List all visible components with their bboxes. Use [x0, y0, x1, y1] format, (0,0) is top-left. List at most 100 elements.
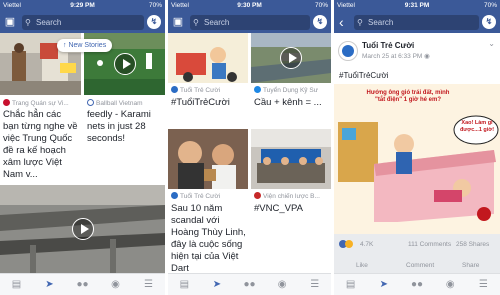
reaction-summary[interactable]: 4.7K 111 Comments 258 Shares: [334, 238, 500, 252]
feed-card[interactable]: [0, 185, 165, 273]
tab-news-feed[interactable]: ▤: [334, 274, 367, 295]
bottom-tab-bar: ▤ ➤ ●● ◉ ☰: [334, 273, 500, 295]
source-name: Tuyển Dụng Kỹ Sư: [263, 87, 319, 94]
story-source[interactable]: Tuổi Trẻ Cười: [171, 192, 246, 200]
comment-button[interactable]: Comment: [406, 262, 434, 269]
share-button[interactable]: Share: [462, 262, 479, 269]
story-title[interactable]: Chắc hẳn các bạn từng nghe về việc Trung…: [3, 109, 79, 181]
camera-icon[interactable]: ▣: [3, 16, 17, 28]
post-time-text: March 25 at 6:33 PM: [362, 53, 423, 60]
play-icon[interactable]: [113, 53, 136, 75]
status-bar: Viettel 9:29 PM 70%: [0, 0, 165, 12]
post-timestamp: March 25 at 6:33 PM ◉: [362, 52, 430, 60]
story-thumbnail[interactable]: [168, 33, 248, 83]
tab-globe[interactable]: ◉: [99, 274, 132, 295]
story-source[interactable]: Ballball Vietnam: [87, 99, 163, 107]
source-name: Trang Quán sự Vi...: [12, 100, 69, 107]
chevron-down-icon[interactable]: ⌄: [488, 39, 495, 48]
story-thumbnail[interactable]: [168, 129, 248, 189]
page-avatar-icon: [3, 99, 10, 106]
portrait-photo: [168, 129, 248, 189]
page-avatar-icon: [254, 86, 261, 93]
story-source[interactable]: Tuổi Trẻ Cười: [171, 86, 246, 94]
messenger-icon[interactable]: ↯: [482, 15, 496, 29]
tab-friends[interactable]: ●●: [66, 274, 99, 295]
search-placeholder: Search: [204, 18, 230, 27]
feed-card[interactable]: Viện chiến lược B... #VNC_VPA: [251, 129, 331, 273]
bottom-tab-bar: ▤ ➤ ●● ◉ ☰: [0, 273, 165, 295]
video-thumbnail[interactable]: [251, 33, 331, 83]
page-avatar-icon: [87, 99, 94, 106]
group-banner-photo: [251, 129, 331, 189]
cartoon-image: [168, 33, 248, 83]
page-logo-icon: [342, 45, 354, 57]
post-comic-image[interactable]: Hướng ông gió trái đất, mình "tắt điện" …: [334, 84, 500, 234]
battery-level: 70%: [148, 2, 162, 9]
top-navbar: ▣ ⚲ Search ↯: [0, 12, 165, 33]
tab-menu[interactable]: ☰: [132, 274, 165, 295]
comic-speech-bubble: Xao! Làm gì được...1 giờ!: [459, 120, 495, 133]
post-author[interactable]: Tuổi Trẻ Cười: [362, 41, 414, 50]
share-count[interactable]: 258 Shares: [456, 241, 489, 248]
tab-news-feed[interactable]: ▤: [0, 274, 33, 295]
video-thumbnail[interactable]: [0, 185, 165, 273]
new-stories-label: New Stories: [68, 42, 107, 49]
feed-grid: Trang Quán sự Vi... Chắc hẳn các bạn từn…: [0, 33, 165, 273]
tab-explore[interactable]: ➤: [201, 274, 234, 295]
tab-news-feed[interactable]: ▤: [168, 274, 201, 295]
story-title[interactable]: #VNC_VPA: [254, 203, 329, 215]
tab-globe[interactable]: ◉: [266, 274, 299, 295]
messenger-icon[interactable]: ↯: [147, 15, 161, 29]
status-bar: Viettel 9:30 PM 70%: [168, 0, 331, 12]
feed-card[interactable]: Tuổi Trẻ Cười #TuổiTrẻCười: [168, 33, 248, 123]
clock: 9:29 PM: [70, 2, 95, 9]
post-detail-panel: Viettel 9:31 PM 70% ‹ ⚲ Search ↯ Tuổi Tr…: [334, 0, 500, 295]
story-thumbnail[interactable]: [251, 129, 331, 189]
messenger-icon[interactable]: ↯: [313, 15, 327, 29]
camera-icon[interactable]: ▣: [171, 16, 185, 28]
battery-level: 70%: [483, 2, 497, 9]
feed-card[interactable]: Ballball Vietnam feedly - Karami nets in…: [84, 33, 165, 181]
story-source[interactable]: Viện chiến lược B...: [254, 192, 329, 200]
status-bar: Viettel 9:31 PM 70%: [334, 0, 500, 12]
search-input[interactable]: ⚲ Search: [190, 15, 310, 30]
play-icon[interactable]: [280, 47, 302, 69]
tab-menu[interactable]: ☰: [467, 274, 500, 295]
tab-globe[interactable]: ◉: [434, 274, 467, 295]
search-placeholder: Search: [36, 18, 62, 27]
tab-friends[interactable]: ●●: [400, 274, 433, 295]
source-name: Ballball Vietnam: [96, 100, 143, 107]
search-icon: ⚲: [193, 18, 199, 27]
bottom-tab-bar: ▤ ➤ ●● ◉ ☰: [168, 273, 331, 295]
tab-friends[interactable]: ●●: [233, 274, 266, 295]
clock: 9:30 PM: [237, 2, 262, 9]
top-navbar: ‹ ⚲ Search ↯: [334, 12, 500, 33]
search-icon: ⚲: [25, 18, 31, 27]
story-source[interactable]: Trang Quán sự Vi...: [3, 99, 79, 107]
feed-card[interactable]: Tuyển Dụng Kỹ Sư Cầu + kênh = ...: [251, 33, 331, 123]
comic-illustration: [334, 84, 500, 234]
feed-card[interactable]: Trang Quán sự Vi... Chắc hẳn các bạn từn…: [0, 33, 81, 181]
story-title[interactable]: #TuổiTrẻCười: [171, 97, 246, 109]
reaction-count[interactable]: 4.7K: [360, 241, 373, 248]
search-input[interactable]: ⚲ Search: [22, 15, 144, 30]
story-title[interactable]: Sau 10 năm scandal với Hoàng Thùy Linh, …: [171, 203, 246, 273]
globe-icon: ◉: [424, 53, 430, 60]
tab-menu[interactable]: ☰: [298, 274, 331, 295]
comment-count[interactable]: 111 Comments: [408, 241, 451, 248]
like-button[interactable]: Like: [356, 262, 368, 269]
tab-explore[interactable]: ➤: [33, 274, 66, 295]
tab-explore[interactable]: ➤: [367, 274, 400, 295]
feed-card[interactable]: Tuổi Trẻ Cười Sau 10 năm scandal với Hoà…: [168, 129, 248, 273]
top-navbar: ▣ ⚲ Search ↯: [168, 12, 331, 33]
page-avatar-icon: [171, 192, 178, 199]
new-stories-pill[interactable]: ↑ New Stories: [57, 39, 113, 52]
page-avatar[interactable]: [338, 41, 358, 61]
story-title[interactable]: Cầu + kênh = ...: [254, 97, 329, 109]
back-arrow-icon[interactable]: ‹: [339, 14, 344, 30]
story-source[interactable]: Tuyển Dụng Kỹ Sư: [254, 86, 329, 94]
story-title[interactable]: feedly - Karami nets in just 28 seconds!: [87, 109, 163, 145]
reaction-icons: [339, 240, 353, 249]
search-input[interactable]: ⚲ Search: [354, 15, 479, 30]
play-icon[interactable]: [71, 218, 94, 240]
